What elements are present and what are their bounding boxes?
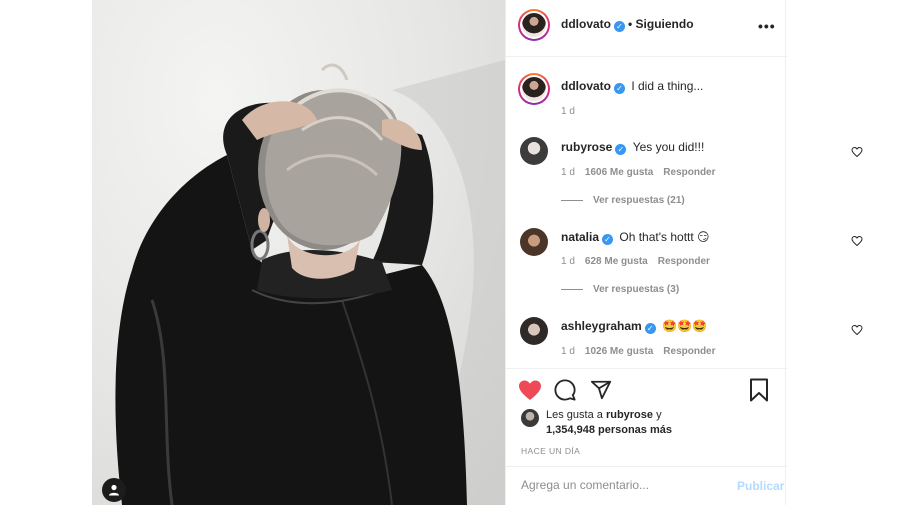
comment-input[interactable]: [521, 478, 711, 492]
post-side-panel: ddlovato ✓ • Siguiendo ••• ddlovato ✓ I di…: [505, 0, 863, 505]
verified-badge-icon: ✓: [602, 234, 614, 245]
comment-item: rubyrose ✓ Yes you did!!!: [561, 140, 704, 155]
author-username[interactable]: ddlovato ✓: [561, 17, 625, 32]
likes-prefix: Les gusta a: [546, 409, 603, 421]
liked-heart-icon[interactable]: [518, 379, 542, 401]
verified-badge-icon: ✓: [644, 323, 656, 334]
comment-likes[interactable]: 1026 Me gusta: [585, 346, 653, 357]
comment-username[interactable]: natalia: [561, 230, 599, 244]
liker-avatar[interactable]: [521, 409, 539, 427]
verified-badge-icon: ✓: [614, 21, 625, 32]
caption-author-avatar[interactable]: [518, 73, 550, 105]
view-replies-label[interactable]: Ver respuestas (3): [593, 284, 679, 295]
comment-time: 1 d: [561, 167, 575, 178]
likes-count[interactable]: 1,354,948 personas más: [546, 424, 672, 436]
comment-text: 🤩🤩🤩: [662, 319, 707, 333]
reply-button[interactable]: Responder: [658, 256, 710, 267]
view-replies-button[interactable]: Ver respuestas (3): [561, 284, 679, 295]
verified-badge-icon: ✓: [614, 83, 625, 94]
comment-username[interactable]: rubyrose: [561, 140, 612, 154]
caption: ddlovato ✓ I did a thing...: [561, 79, 703, 94]
save-bookmark-icon[interactable]: [749, 378, 769, 402]
view-replies-label[interactable]: Ver respuestas (21): [593, 195, 685, 206]
author-avatar[interactable]: [518, 9, 550, 41]
comment-time: 1 d: [561, 346, 575, 357]
comment-time: 1 d: [561, 256, 575, 267]
like-comment-icon[interactable]: [851, 324, 863, 336]
following-button[interactable]: • Siguiendo: [628, 17, 694, 31]
likes-joiner: y: [656, 409, 662, 421]
reply-button[interactable]: Responder: [663, 167, 715, 178]
like-comment-icon[interactable]: [851, 146, 863, 158]
more-options-icon[interactable]: •••: [758, 18, 776, 34]
post-header: ddlovato ✓ • Siguiendo •••: [506, 0, 787, 57]
like-comment-icon[interactable]: [851, 235, 863, 247]
share-icon[interactable]: [590, 379, 612, 401]
publish-button[interactable]: Publicar: [737, 479, 784, 493]
photo-illustration: [115, 60, 505, 505]
comment-icon[interactable]: [554, 379, 576, 401]
comment-item: ashleygraham ✓ 🤩🤩🤩: [561, 319, 707, 334]
post-actions: [506, 368, 787, 408]
comment-meta: 1 d 1026 Me gusta Responder: [561, 346, 716, 357]
comment-item: natalia ✓ Oh that's hottt 😏: [561, 230, 710, 245]
author-username-text[interactable]: ddlovato: [561, 17, 611, 31]
comment-avatar[interactable]: [520, 317, 548, 345]
caption-time: 1 d: [561, 106, 575, 117]
view-replies-button[interactable]: Ver respuestas (21): [561, 195, 685, 206]
post-photo[interactable]: [92, 0, 505, 505]
comment-text: Yes you did!!!: [632, 140, 705, 154]
instagram-post: ddlovato ✓ • Siguiendo ••• ddlovato ✓ I di…: [92, 0, 863, 505]
comment-avatar[interactable]: [520, 137, 548, 165]
comment-meta: 1 d 1606 Me gusta Responder: [561, 167, 716, 178]
caption-username[interactable]: ddlovato: [561, 79, 611, 93]
add-comment-bar: Publicar: [506, 466, 787, 505]
comment-username[interactable]: ashleygraham: [561, 319, 642, 333]
tagged-user-icon[interactable]: [102, 478, 126, 502]
caption-text: I did a thing...: [631, 79, 704, 93]
comment-avatar[interactable]: [520, 228, 548, 256]
reply-button[interactable]: Responder: [663, 346, 715, 357]
comment-text: Oh that's hottt 😏: [619, 230, 710, 244]
likes-summary: Les gusta a rubyrose y 1,354,948 persona…: [546, 408, 672, 438]
comment-likes[interactable]: 1606 Me gusta: [585, 167, 653, 178]
liker-username[interactable]: rubyrose: [606, 409, 653, 421]
comment-meta: 1 d 628 Me gusta Responder: [561, 256, 710, 267]
verified-badge-icon: ✓: [615, 144, 627, 155]
post-time-ago[interactable]: HACE UN DÍA: [521, 446, 580, 456]
comment-likes[interactable]: 628 Me gusta: [585, 256, 648, 267]
